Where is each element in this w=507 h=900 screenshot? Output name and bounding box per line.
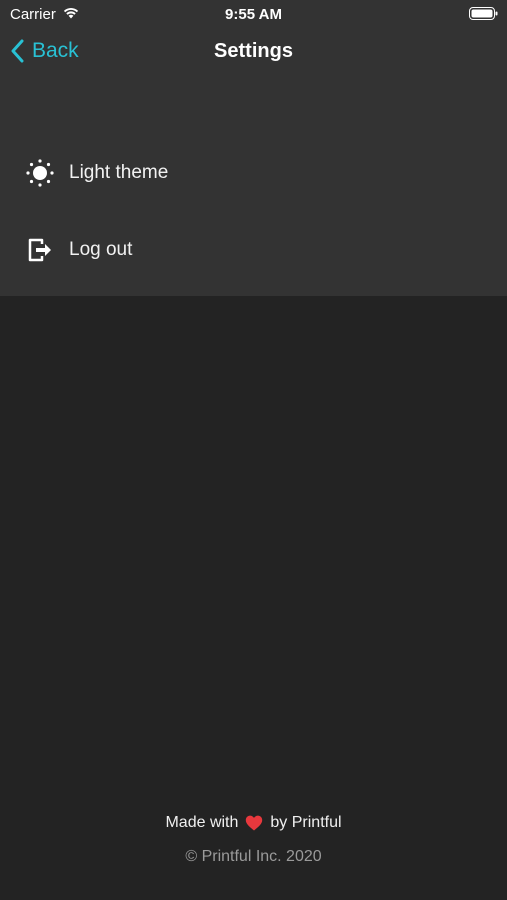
log-out-item[interactable]: Log out xyxy=(0,222,507,278)
battery-icon xyxy=(469,7,498,20)
made-with-text: Made with xyxy=(165,814,239,831)
page-title: Settings xyxy=(214,40,293,62)
footer: Made with by Printful © Printful Inc. 20… xyxy=(0,814,507,866)
status-time: 9:55 AM xyxy=(225,6,282,23)
by-printful-text: by Printful xyxy=(270,814,342,831)
status-bar: Carrier 9:55 AM xyxy=(0,0,507,28)
heart-icon xyxy=(246,815,263,831)
light-theme-item[interactable]: Light theme xyxy=(0,145,507,201)
made-with-line: Made with by Printful xyxy=(0,814,507,832)
menu-item-label: Light theme xyxy=(69,162,169,183)
sun-icon xyxy=(25,158,55,188)
logout-icon xyxy=(25,235,55,265)
menu-item-label: Log out xyxy=(69,239,133,260)
navigation-bar: Back Settings xyxy=(0,28,507,76)
copyright-text: © Printful Inc. 2020 xyxy=(185,848,322,865)
